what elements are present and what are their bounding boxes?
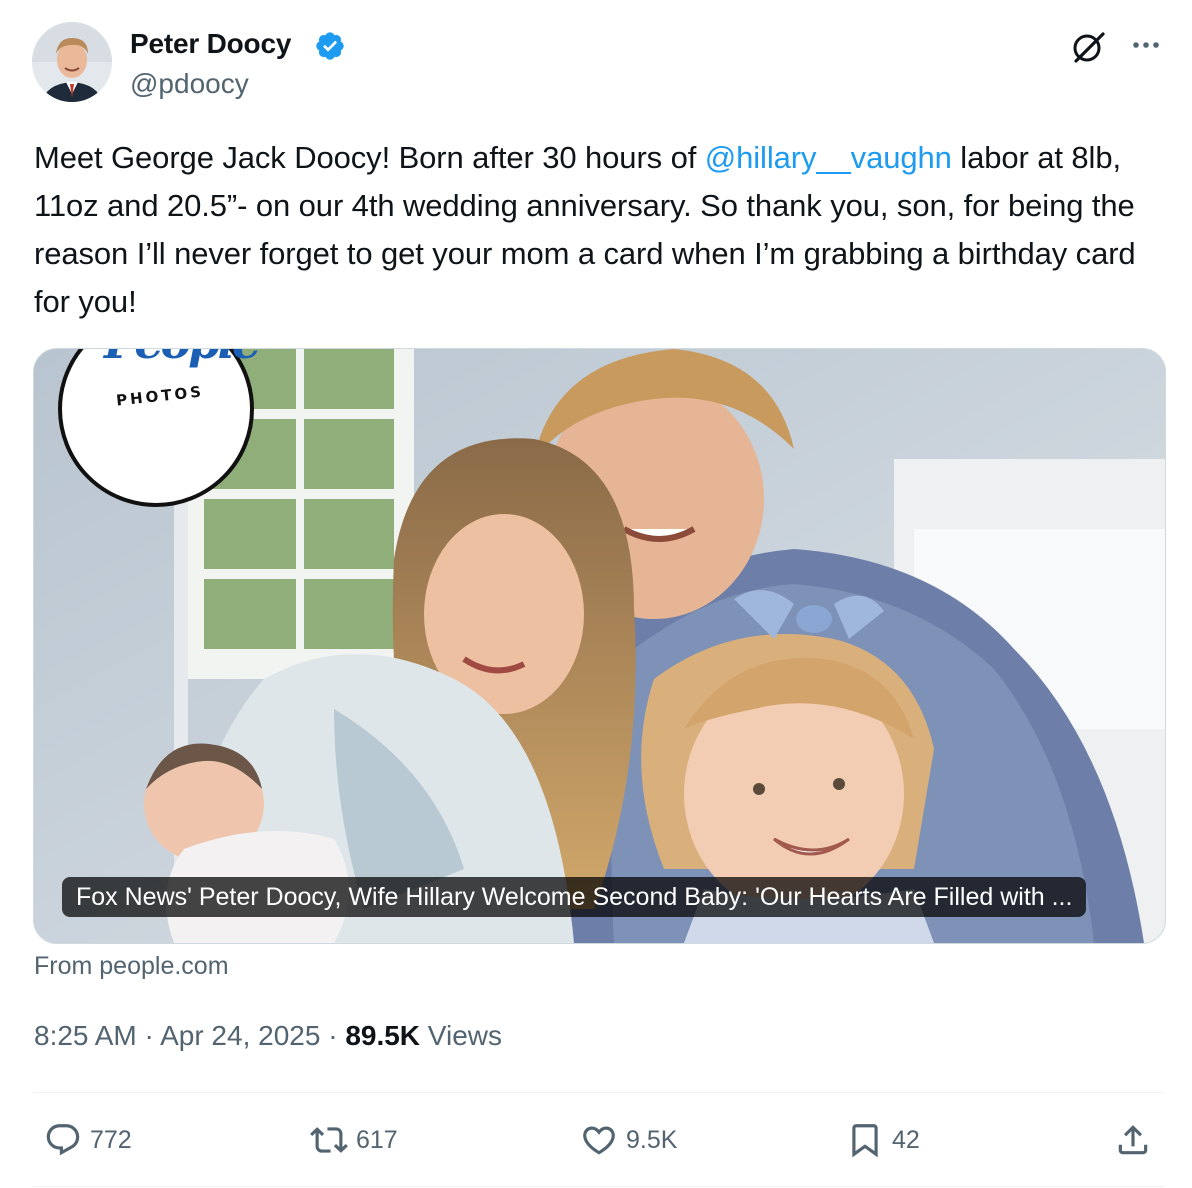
tweet-time[interactable]: 8:25 AM [34, 1020, 137, 1051]
share-button[interactable] [1114, 1118, 1152, 1162]
like-button[interactable]: 9.5K [580, 1118, 677, 1162]
reply-count: 772 [90, 1125, 132, 1154]
tweet: Peter Doocy @pdoocy Meet George Jack Doo… [0, 0, 1192, 1188]
tweet-date[interactable]: Apr 24, 2025 [160, 1020, 320, 1051]
grok-icon[interactable] [1070, 28, 1108, 66]
meta-separator: · [136, 1020, 161, 1051]
like-count: 9.5K [626, 1125, 678, 1154]
reply-button[interactable]: 772 [44, 1118, 132, 1162]
divider [34, 1092, 1164, 1093]
tweet-text: Meet George Jack Doocy! Born after 30 ho… [34, 134, 1164, 326]
verified-badge-icon [316, 32, 344, 60]
heart-icon [583, 1126, 615, 1155]
card-caption[interactable]: Fox News' Peter Doocy, Wife Hillary Welc… [62, 877, 1087, 917]
divider [34, 1186, 1164, 1187]
views-count[interactable]: 89.5K [345, 1020, 420, 1051]
reply-icon [46, 1124, 80, 1156]
bookmark-count: 42 [892, 1125, 920, 1154]
more-icon[interactable] [1128, 30, 1164, 60]
bookmark-icon [852, 1124, 878, 1158]
author-handle[interactable]: @pdoocy [130, 68, 249, 100]
author-name[interactable]: Peter Doocy [130, 28, 291, 60]
views-label: Views [420, 1020, 502, 1051]
meta-separator: · [320, 1020, 346, 1051]
bookmark-button[interactable]: 42 [846, 1118, 920, 1162]
repost-count: 617 [356, 1125, 398, 1154]
mention-link[interactable]: @hillary__vaughn [705, 140, 952, 175]
people-photos-label: PHOTOS [115, 382, 205, 410]
card-source[interactable]: From people.com [34, 952, 229, 981]
repost-icon [310, 1127, 348, 1153]
link-card[interactable]: People PHOTOS Fox News' Peter Doocy, Wif… [33, 348, 1166, 944]
avatar[interactable] [32, 22, 112, 102]
share-icon [1118, 1125, 1148, 1155]
people-logo: People [104, 349, 261, 369]
tweet-text-part1: Meet George Jack Doocy! Born after 30 ho… [34, 140, 705, 175]
tweet-meta: 8:25 AM · Apr 24, 2025 · 89.5K Views [34, 1020, 502, 1052]
profile-photo-icon [32, 22, 112, 102]
repost-button[interactable]: 617 [310, 1118, 398, 1162]
